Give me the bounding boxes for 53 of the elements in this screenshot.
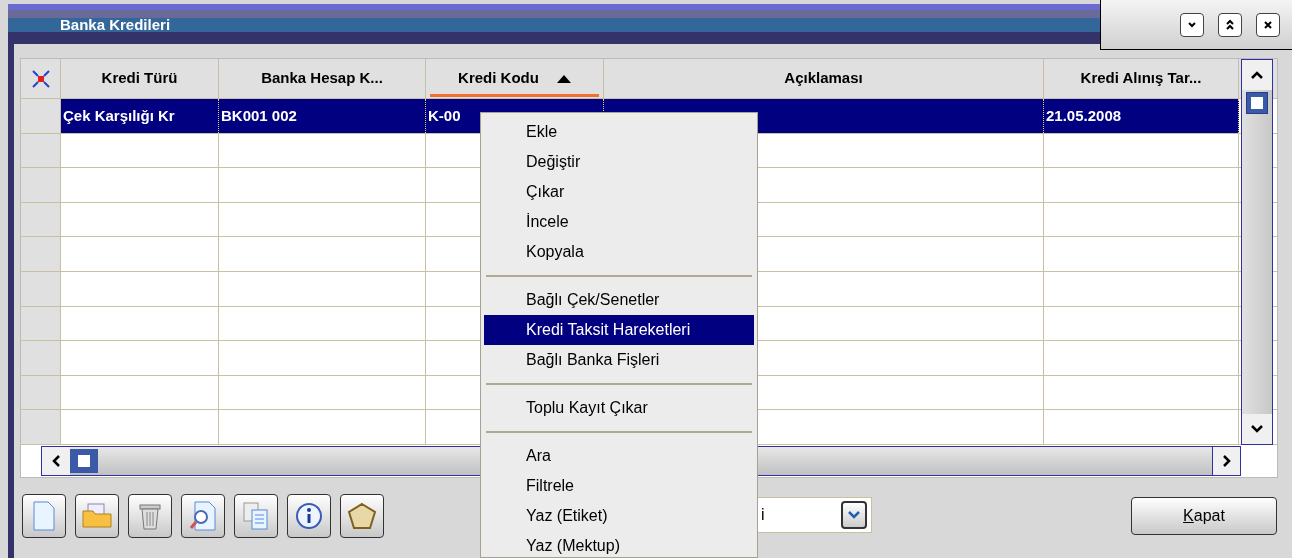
menu-item[interactable]: Bağlı Banka Fişleri bbox=[484, 345, 754, 375]
table-cell: Çek Karşılığı Kr bbox=[61, 99, 219, 133]
dropdown-value: i bbox=[761, 505, 765, 525]
delete-button[interactable] bbox=[128, 494, 172, 538]
trash-can-icon bbox=[138, 501, 162, 531]
scroll-right-button[interactable] bbox=[1212, 447, 1240, 475]
column-header[interactable]: Kredi Alınış Tar... bbox=[1044, 59, 1239, 98]
chevron-left-icon bbox=[52, 455, 60, 467]
pentagon-icon bbox=[347, 502, 377, 530]
scroll-up-button[interactable] bbox=[1242, 60, 1272, 90]
column-header[interactable]: Açıklaması bbox=[604, 59, 1044, 98]
copy-pages-icon bbox=[242, 501, 270, 531]
close-button[interactable]: Kapat bbox=[1131, 497, 1277, 535]
column-header[interactable]: Banka Hesap K... bbox=[219, 59, 426, 98]
menu-item[interactable]: Kredi Taksit Hareketleri bbox=[484, 315, 754, 345]
scroll-thumb[interactable] bbox=[1246, 92, 1268, 114]
scroll-thumb[interactable] bbox=[70, 449, 98, 473]
table-cell: BK001 002 bbox=[219, 99, 426, 133]
menu-item[interactable]: Toplu Kayıt Çıkar bbox=[484, 393, 754, 423]
menu-item[interactable]: Ara bbox=[484, 441, 754, 471]
scroll-down-button[interactable] bbox=[1242, 414, 1272, 444]
window-title: Banka Kredileri bbox=[60, 14, 171, 35]
chevron-down-icon bbox=[1251, 425, 1263, 433]
column-header[interactable]: Kredi Kodu bbox=[426, 59, 604, 98]
new-button[interactable] bbox=[22, 494, 66, 538]
chevron-right-icon bbox=[1222, 455, 1231, 467]
menu-item[interactable]: Kopyala bbox=[484, 237, 754, 267]
inspect-button[interactable] bbox=[181, 494, 225, 538]
menu-item[interactable]: Yaz (Mektup) bbox=[484, 531, 754, 558]
close-window-button[interactable] bbox=[1256, 12, 1280, 37]
menu-item[interactable]: Çıkar bbox=[484, 177, 754, 207]
blank-page-icon bbox=[32, 501, 56, 531]
close-icon bbox=[1263, 19, 1273, 30]
open-button[interactable] bbox=[75, 494, 119, 538]
maximize-button[interactable] bbox=[1218, 12, 1242, 37]
select-all-icon[interactable] bbox=[30, 68, 51, 89]
magnifier-page-icon bbox=[189, 501, 217, 531]
menu-item[interactable]: Bağlı Çek/Senetler bbox=[484, 285, 754, 315]
chevron-up-icon bbox=[1251, 71, 1263, 79]
shape-button[interactable] bbox=[340, 494, 384, 538]
double-chevron-up-icon bbox=[1225, 18, 1235, 31]
chevron-down-icon bbox=[1187, 20, 1197, 29]
info-button[interactable] bbox=[287, 494, 331, 538]
folder-icon bbox=[82, 503, 112, 529]
menu-item[interactable]: Değiştir bbox=[484, 147, 754, 177]
info-icon bbox=[295, 502, 323, 530]
table-cell: 21.05.2008 bbox=[1044, 99, 1239, 133]
sort-up-icon bbox=[556, 74, 571, 83]
minimize-button[interactable] bbox=[1180, 12, 1204, 37]
copy-button[interactable] bbox=[234, 494, 278, 538]
scroll-left-button[interactable] bbox=[42, 447, 70, 475]
column-header[interactable]: Kredi Türü bbox=[61, 59, 219, 98]
menu-item[interactable]: İncele bbox=[484, 207, 754, 237]
